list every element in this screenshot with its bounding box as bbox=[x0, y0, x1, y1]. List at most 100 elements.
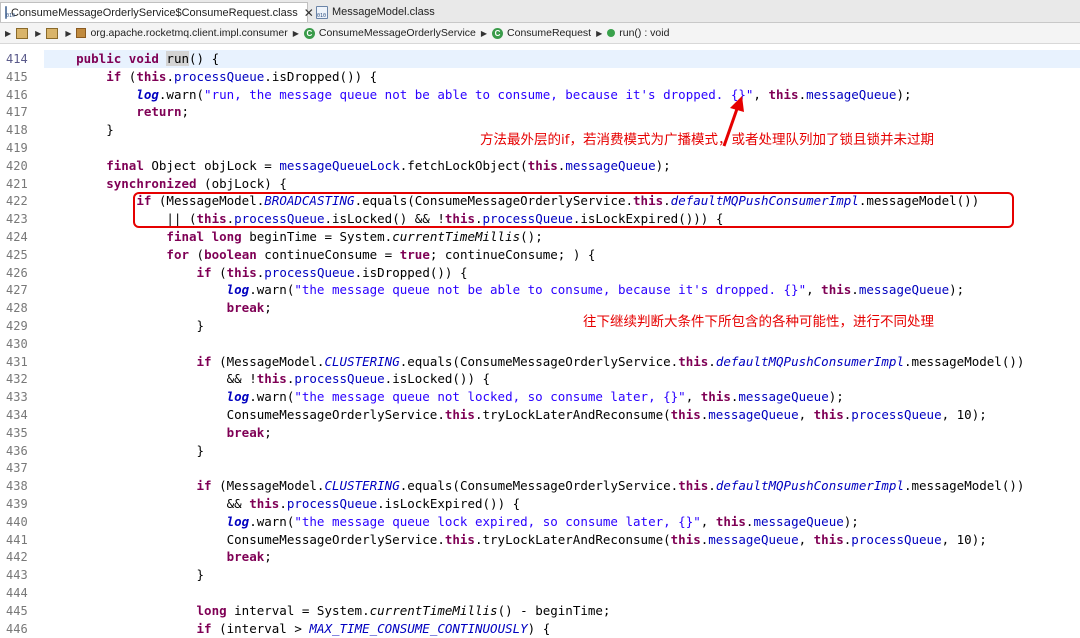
code-token: CLUSTERING bbox=[324, 478, 400, 494]
chevron-right-icon[interactable]: ▶ bbox=[5, 29, 11, 38]
class-icon: C bbox=[303, 27, 315, 39]
code-token: final bbox=[106, 157, 144, 173]
code-token: defaultMQPushConsumerImpl bbox=[715, 353, 904, 369]
code-line[interactable]: } bbox=[46, 121, 114, 139]
class-file-icon bbox=[5, 6, 15, 19]
code-line[interactable]: final Object objLock = messageQueueLock.… bbox=[46, 157, 670, 175]
code-line[interactable]: break; bbox=[46, 424, 272, 442]
code-token: log bbox=[136, 86, 159, 102]
code-token: .isLocked()) { bbox=[384, 371, 491, 387]
code-token: "the message queue not locked, so consum… bbox=[294, 389, 686, 405]
chevron-right-icon[interactable]: ▶ bbox=[481, 29, 487, 38]
line-number: 414 bbox=[6, 52, 28, 66]
code-line[interactable]: log.warn("the message queue lock expired… bbox=[46, 513, 859, 531]
code-token: final long bbox=[166, 229, 242, 244]
code-token: log bbox=[226, 389, 250, 405]
code-line[interactable]: synchronized (objLock) { bbox=[46, 175, 287, 193]
code-line[interactable]: public void run() { bbox=[46, 50, 219, 68]
code-token: , bbox=[685, 389, 701, 405]
line-number: 416 bbox=[6, 87, 28, 102]
line-number: 419 bbox=[6, 141, 28, 155]
code-token: log bbox=[226, 513, 250, 529]
code-token: currentTimeMillis bbox=[369, 602, 498, 618]
code-line[interactable]: ConsumeMessageOrderlyService.this.tryLoc… bbox=[46, 406, 987, 424]
code-token: this bbox=[527, 157, 558, 173]
annotation-note-outer-if: 方法最外层的if，若消费模式为广播模式，或者处理队列加了锁且锁并未过期 bbox=[480, 132, 935, 148]
code-token: , bbox=[798, 531, 814, 547]
code-token: messageQueue bbox=[738, 389, 829, 405]
close-tab-icon[interactable]: ✕ bbox=[304, 6, 314, 20]
code-line[interactable]: && this.processQueue.isLockExpired()) { bbox=[46, 495, 521, 513]
code-token: . bbox=[166, 68, 174, 84]
code-token: this bbox=[715, 513, 746, 529]
breadcrumb-inner-class[interactable]: C ConsumeRequest bbox=[492, 27, 591, 39]
code-token: messageQueue bbox=[708, 531, 799, 547]
breadcrumb-method[interactable]: run() : void bbox=[607, 27, 669, 39]
code-token: () { bbox=[189, 51, 220, 66]
line-number: 445 bbox=[6, 603, 28, 618]
code-token: this bbox=[768, 86, 799, 102]
code-token: continueConsume = bbox=[256, 246, 400, 262]
breadcrumb-label: ConsumeMessageOrderlyService bbox=[318, 27, 476, 39]
breadcrumb-package[interactable]: org.apache.rocketmq.client.impl.consumer bbox=[76, 27, 288, 39]
line-number: 421 bbox=[6, 176, 28, 191]
code-token: if bbox=[106, 68, 122, 84]
code-line[interactable]: for (boolean continueConsume = true; con… bbox=[46, 246, 595, 264]
code-token: boolean bbox=[204, 246, 257, 262]
code-token: ); bbox=[843, 513, 859, 529]
code-token: . bbox=[798, 86, 807, 102]
package-icon bbox=[76, 28, 87, 38]
code-line[interactable]: if (MessageModel.CLUSTERING.equals(Consu… bbox=[46, 353, 1025, 371]
chevron-right-icon[interactable]: ▶ bbox=[65, 29, 71, 38]
tab-message-model-class[interactable]: MessageModel.class bbox=[314, 2, 435, 22]
code-line[interactable]: if (this.processQueue.isDropped()) { bbox=[46, 68, 377, 86]
code-line[interactable]: } bbox=[46, 317, 205, 335]
code-line[interactable]: if (this.processQueue.isDropped()) { bbox=[46, 264, 468, 282]
line-number: 433 bbox=[6, 390, 28, 405]
code-token: processQueue bbox=[173, 68, 265, 84]
code-token: ; bbox=[264, 424, 272, 440]
code-token: run bbox=[166, 51, 189, 66]
code-line[interactable]: } bbox=[46, 566, 205, 584]
code-token: this bbox=[813, 531, 844, 547]
code-line[interactable]: && !this.processQueue.isLocked()) { bbox=[46, 370, 490, 388]
code-token: } bbox=[46, 122, 114, 138]
code-token: this bbox=[444, 407, 475, 422]
breadcrumb-class[interactable]: C ConsumeMessageOrderlyService bbox=[303, 27, 476, 39]
code-line[interactable]: break; bbox=[46, 299, 272, 317]
code-token: (); bbox=[520, 229, 543, 244]
code-token: break bbox=[226, 300, 265, 316]
chevron-right-icon[interactable]: ▶ bbox=[293, 29, 299, 38]
code-line[interactable]: log.warn("the message queue not be able … bbox=[46, 281, 965, 299]
code-line[interactable]: if (MessageModel.CLUSTERING.equals(Consu… bbox=[46, 477, 1025, 495]
code-token: ConsumeMessageOrderlyService. bbox=[46, 407, 445, 422]
line-number-gutter: 414 415 416 417 418 419 420 421 422 423 424 425 426 4… bbox=[0, 44, 42, 636]
code-token: messageQueue bbox=[858, 282, 950, 298]
code-token: ConsumeMessageOrderlyService. bbox=[46, 531, 445, 547]
chevron-right-icon[interactable]: ▶ bbox=[596, 29, 602, 38]
code-token: ( bbox=[189, 246, 205, 262]
code-line[interactable]: final long beginTime = System.currentTim… bbox=[46, 228, 543, 246]
code-line[interactable]: break; bbox=[46, 548, 272, 566]
code-line[interactable]: } bbox=[46, 442, 205, 460]
code-line[interactable]: ConsumeMessageOrderlyService.this.tryLoc… bbox=[46, 531, 987, 549]
jar-icon[interactable] bbox=[16, 27, 29, 39]
code-line[interactable]: long interval = System.currentTimeMillis… bbox=[46, 602, 611, 620]
code-token: ; continueConsume; ) { bbox=[429, 246, 596, 262]
code-token: (objLock) { bbox=[196, 175, 287, 191]
code-line[interactable]: log.warn("the message queue not locked, … bbox=[46, 388, 844, 406]
line-number: 427 bbox=[6, 283, 28, 298]
code-token: ; bbox=[264, 300, 272, 316]
line-number: 442 bbox=[6, 550, 28, 565]
class-folder-icon[interactable] bbox=[46, 27, 59, 39]
code-line[interactable]: return; bbox=[46, 103, 189, 121]
code-line[interactable]: log.warn("run, the message queue not be … bbox=[46, 86, 911, 104]
chevron-right-icon[interactable]: ▶ bbox=[35, 29, 41, 38]
code-token: ( bbox=[121, 68, 137, 84]
line-number: 415 bbox=[6, 69, 28, 84]
tab-consume-request-class[interactable]: ConsumeMessageOrderlyService$ConsumeRequ… bbox=[0, 2, 314, 22]
